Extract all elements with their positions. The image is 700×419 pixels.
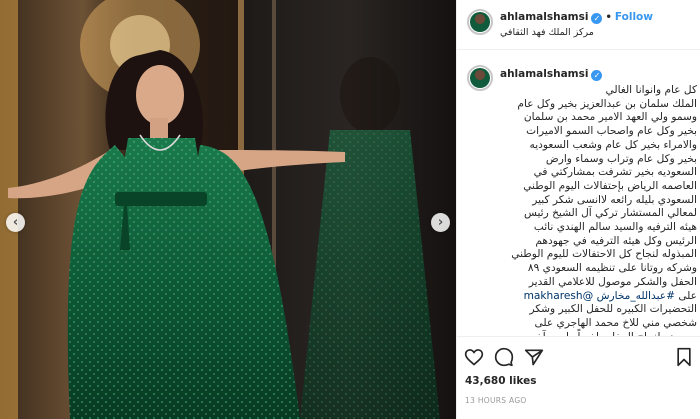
heart-icon	[464, 349, 484, 366]
instagram-post-modal: ‹ › ahlamalshamsi ✓ • Follow مركز الملك فهد…	[0, 0, 700, 419]
hashtag-link[interactable]: #عبدالله_مخارش	[597, 290, 675, 302]
header-username-row: ahlamalshamsi ✓ • Follow	[500, 11, 653, 24]
bookmark-icon	[677, 347, 691, 367]
next-photo-button[interactable]: ›	[431, 213, 450, 232]
location-link[interactable]: مركز الملك فهد الثقافي	[500, 27, 594, 38]
caption-body: كل عام وانوانا الغالي الملك سلمان بن عبد…	[511, 84, 697, 302]
chevron-right-icon: ›	[437, 215, 444, 230]
follow-button[interactable]: Follow	[615, 11, 653, 23]
post-header: ahlamalshamsi ✓ • Follow مركز الملك فهد الث…	[457, 0, 700, 50]
save-button[interactable]	[673, 346, 695, 368]
verified-badge-icon: ✓	[591, 13, 603, 24]
separator-dot: •	[605, 12, 612, 23]
caption-body-continued: التحضيرات الكبيره للحفل الكبير وشكر شخصي…	[529, 303, 697, 336]
chevron-left-icon: ‹	[12, 215, 19, 230]
like-button[interactable]	[463, 346, 485, 368]
share-icon	[524, 349, 544, 366]
post-timestamp[interactable]: 13 HOURS AGO	[465, 396, 527, 405]
caption-text: كل عام وانوانا الغالي الملك سلمان بن عبد…	[465, 84, 697, 336]
post-photo[interactable]: ‹ ›	[0, 0, 456, 419]
comment-icon	[494, 347, 514, 367]
photo-illustration	[0, 0, 456, 419]
caption-username-row: ahlamalshamsi ✓	[500, 68, 603, 81]
caption-username-link[interactable]: ahlamalshamsi	[500, 68, 588, 80]
avatar[interactable]	[467, 9, 493, 35]
verified-badge-icon: ✓	[591, 70, 603, 81]
comments-area[interactable]: ahlamalshamsi ✓ كل عام وانوانا الغالي الم…	[457, 51, 700, 336]
previous-photo-button[interactable]: ‹	[6, 213, 25, 232]
share-button[interactable]	[523, 346, 545, 368]
mention-link[interactable]: @makharesh	[524, 290, 594, 302]
post-actions: 43,680 likes 13 HOURS AGO	[457, 336, 700, 419]
likes-count[interactable]: 43,680 likes	[465, 375, 536, 387]
comment-button[interactable]	[493, 346, 515, 368]
post-side-panel: ahlamalshamsi ✓ • Follow مركز الملك فهد الث…	[456, 0, 700, 419]
username-link[interactable]: ahlamalshamsi	[500, 11, 588, 23]
